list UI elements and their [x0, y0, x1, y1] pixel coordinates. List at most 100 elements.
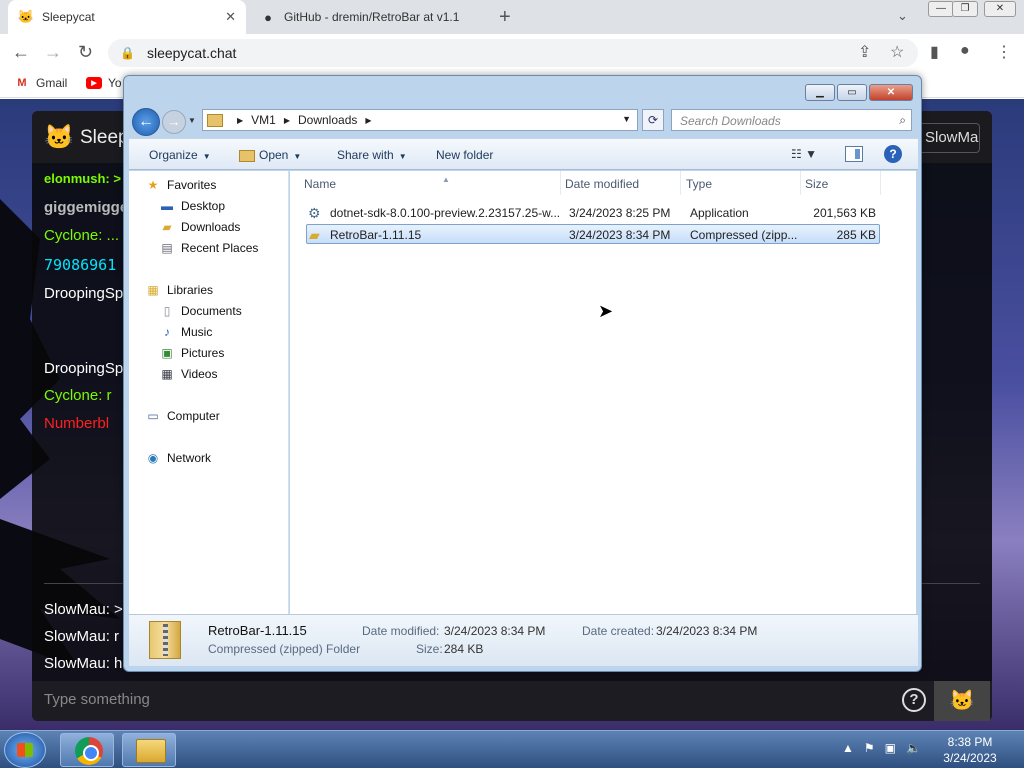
file-row[interactable]: ⚙ dotnet-sdk-8.0.100-preview.2.23157.25-…	[306, 203, 880, 223]
view-options-icon[interactable]: ☷ ▼	[791, 147, 817, 161]
chat-message: DroopingSp	[44, 360, 124, 377]
column-date-modified[interactable]: Date modified	[565, 177, 639, 191]
clock[interactable]: 8:38 PM 3/24/2023	[930, 734, 1010, 766]
column-divider[interactable]	[880, 171, 881, 195]
chat-input[interactable]: Type something	[44, 691, 150, 708]
videos-icon: ▦	[161, 367, 173, 381]
file-list: Name ▲ Date modified Type Size ⚙ dotnet-s…	[290, 171, 916, 614]
new-folder-button[interactable]: New folder	[436, 148, 493, 162]
column-size[interactable]: Size	[805, 177, 828, 191]
chat-message: SlowMau: h	[44, 655, 123, 672]
taskbar-chrome[interactable]	[60, 733, 114, 767]
chat-message: DroopingSp	[44, 285, 124, 302]
minimize-button[interactable]: ▁	[805, 84, 835, 101]
nav-documents[interactable]: ▯ Documents	[159, 304, 242, 318]
maximize-button[interactable]: ▭	[837, 84, 867, 101]
new-folder-label: New folder	[436, 148, 494, 162]
nav-network[interactable]: ◉ Network	[145, 451, 211, 465]
documents-icon: ▯	[163, 304, 171, 318]
column-divider[interactable]	[560, 171, 561, 195]
restore-button[interactable]: ❐	[952, 1, 978, 17]
nav-label: Desktop	[181, 199, 226, 213]
column-type[interactable]: Type	[686, 177, 712, 191]
chat-message: Cyclone: r	[44, 387, 112, 404]
file-row-selected[interactable]: ▰ RetroBar-1.11.15 3/24/2023 8:34 PM Com…	[306, 224, 880, 244]
profile-icon[interactable]: ●	[960, 42, 970, 60]
cat-send-icon[interactable]: 🐱	[934, 681, 990, 721]
nav-recent-places[interactable]: ▤ Recent Places	[159, 241, 258, 255]
new-tab-button[interactable]: +	[499, 6, 511, 29]
nav-label: Music	[181, 325, 213, 339]
side-panel-icon[interactable]: ▮	[930, 42, 939, 62]
youtube-icon: ▶	[86, 77, 102, 89]
nav-desktop[interactable]: ▬ Desktop	[159, 199, 225, 213]
chevron-right-icon[interactable]: ▶	[237, 116, 243, 125]
address-bar[interactable]: 🔒 sleepycat.chat	[108, 39, 918, 67]
nav-label: Recent Places	[181, 241, 259, 255]
nav-libraries[interactable]: ▦ Libraries	[145, 283, 213, 297]
bookmark-gmail[interactable]: M Gmail	[14, 76, 67, 90]
tab-github[interactable]: ● GitHub - dremin/RetroBar at v1.1	[250, 0, 490, 34]
detail-date-modified: 3/24/2023 8:34 PM	[444, 624, 546, 638]
open-button[interactable]: Open ▼	[239, 148, 301, 162]
show-hidden-icons-icon[interactable]: ▲	[842, 741, 854, 755]
taskbar-explorer[interactable]	[122, 733, 176, 767]
preview-pane-icon[interactable]	[845, 146, 863, 162]
network-icon[interactable]: ▣	[885, 741, 896, 755]
menu-icon[interactable]: ⋮	[996, 42, 1012, 62]
forward-arrow-icon[interactable]: →	[162, 110, 186, 134]
organize-button[interactable]: Organize ▼	[149, 148, 211, 162]
column-name[interactable]: Name ▲	[304, 175, 450, 191]
user-button[interactable]: SlowMau	[912, 123, 980, 153]
lock-icon: 🔒	[120, 46, 135, 60]
forward-arrow-icon[interactable]: →	[44, 42, 62, 63]
close-button[interactable]: ✕	[984, 1, 1016, 17]
chat-message: SlowMau: r	[44, 628, 120, 645]
breadcrumb-item[interactable]: VM1	[251, 113, 276, 127]
star-icon[interactable]: ☆	[890, 42, 904, 62]
libraries-icon: ▦	[147, 283, 159, 297]
share-with-button[interactable]: Share with ▼	[337, 148, 407, 162]
close-icon[interactable]: ✕	[225, 9, 236, 25]
chevron-down-icon[interactable]: ⌄	[897, 8, 908, 24]
file-date: 3/24/2023 8:34 PM	[569, 228, 671, 242]
tab-strip: 🐱 Sleepycat ✕ ● GitHub - dremin/RetroBar…	[0, 0, 1024, 34]
volume-muted-icon[interactable]: 🔈	[906, 741, 921, 755]
breadcrumb-item[interactable]: Downloads	[298, 113, 357, 127]
address-bar[interactable]: ▶ VM1 ▶ Downloads ▶ ▼	[202, 109, 638, 131]
chevron-right-icon[interactable]: ▶	[365, 116, 371, 125]
nav-videos[interactable]: ▦ Videos	[159, 367, 217, 381]
search-input[interactable]: Search Downloads ⌕	[671, 109, 912, 131]
action-center-icon[interactable]: ⚑	[864, 741, 875, 755]
help-icon[interactable]: ?	[884, 145, 902, 163]
nav-favorites[interactable]: ★ Favorites	[145, 178, 217, 192]
back-arrow-icon[interactable]: ←	[12, 42, 30, 63]
share-icon[interactable]: ⇪	[858, 42, 871, 62]
back-arrow-icon[interactable]: ←	[132, 108, 160, 136]
nav-pictures[interactable]: ▣ Pictures	[159, 346, 224, 360]
reload-icon[interactable]: ↻	[78, 42, 93, 63]
help-button[interactable]: ?	[902, 688, 926, 712]
refresh-icon[interactable]: ⟳	[642, 109, 664, 131]
zip-folder-icon: ▰	[309, 227, 320, 243]
start-button[interactable]	[4, 732, 46, 768]
minimize-button[interactable]: —	[928, 1, 954, 17]
detail-name: RetroBar-1.11.15	[208, 623, 307, 638]
tab-sleepycat[interactable]: 🐱 Sleepycat ✕	[8, 0, 246, 34]
column-label: Date modified	[565, 177, 640, 191]
detail-date-modified-label: Date modified:	[362, 624, 440, 638]
bookmark-youtube[interactable]: ▶ Yo	[86, 76, 122, 90]
nav-label: Downloads	[181, 220, 241, 234]
file-size: 201,563 KB	[813, 206, 876, 220]
nav-music[interactable]: ♪ Music	[159, 325, 212, 339]
column-divider[interactable]	[800, 171, 801, 195]
close-button[interactable]: ✕	[869, 84, 913, 101]
bookmark-label: Yo	[108, 76, 122, 90]
nav-downloads[interactable]: ▰ Downloads	[159, 220, 240, 234]
column-divider[interactable]	[680, 171, 681, 195]
chevron-down-icon[interactable]: ▼	[188, 116, 196, 125]
chevron-down-icon[interactable]: ▼	[622, 114, 631, 124]
chevron-right-icon[interactable]: ▶	[284, 116, 290, 125]
nav-computer[interactable]: ▭ Computer	[145, 409, 219, 423]
search-icon: ⌕	[899, 113, 906, 127]
